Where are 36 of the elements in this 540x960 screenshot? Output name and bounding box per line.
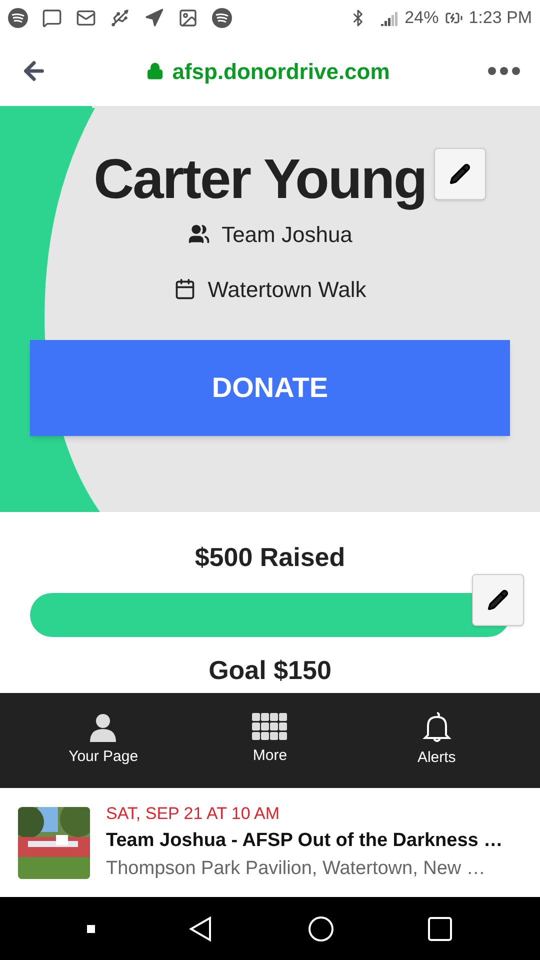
music-app-icon <box>8 8 28 28</box>
participant-name: Carter Young <box>94 148 426 210</box>
donate-button[interactable]: DONATE <box>30 340 510 436</box>
home-nav-icon[interactable] <box>308 916 334 942</box>
music-app-icon <box>212 8 232 28</box>
message-icon <box>42 8 62 28</box>
calendar-icon <box>174 278 196 300</box>
usb-icon <box>110 8 130 28</box>
image-icon <box>178 8 198 28</box>
mail-icon <box>76 8 96 28</box>
pencil-icon <box>449 163 472 185</box>
clock: 1:23 PM <box>468 7 532 30</box>
pencil-icon <box>487 589 509 611</box>
battery-percent: 24% <box>404 7 439 30</box>
event-title: Team Joshua - AFSP Out of the Darkness … <box>106 828 503 853</box>
more-options-button[interactable] <box>488 67 520 75</box>
lock-icon <box>146 62 164 80</box>
bell-icon <box>420 711 453 744</box>
url-text[interactable]: afsp.donordrive.com <box>172 54 390 88</box>
amount-raised: $500 Raised <box>194 541 346 574</box>
event-name[interactable]: Watertown Walk <box>208 272 366 306</box>
team-icon <box>188 223 210 246</box>
event-date: SAT, SEP 21 AT 10 AM <box>106 803 281 826</box>
nav-tab[interactable]: Alerts <box>382 711 492 770</box>
edit-button[interactable] <box>472 574 524 626</box>
edit-button[interactable] <box>434 148 486 200</box>
nav-tab[interactable]: Your Page <box>48 712 158 769</box>
event-location: Thompson Park Pavilion, Watertown, New … <box>106 857 486 882</box>
grid-icon <box>252 713 288 742</box>
recents-nav-icon[interactable] <box>427 916 454 942</box>
signal-icon <box>380 10 399 26</box>
nav-tab[interactable]: More <box>214 713 325 768</box>
person-icon <box>88 712 118 742</box>
goal-amount: Goal $150 <box>208 654 332 687</box>
team-name[interactable]: Team Joshua <box>222 218 352 251</box>
navigation-icon <box>144 8 164 28</box>
